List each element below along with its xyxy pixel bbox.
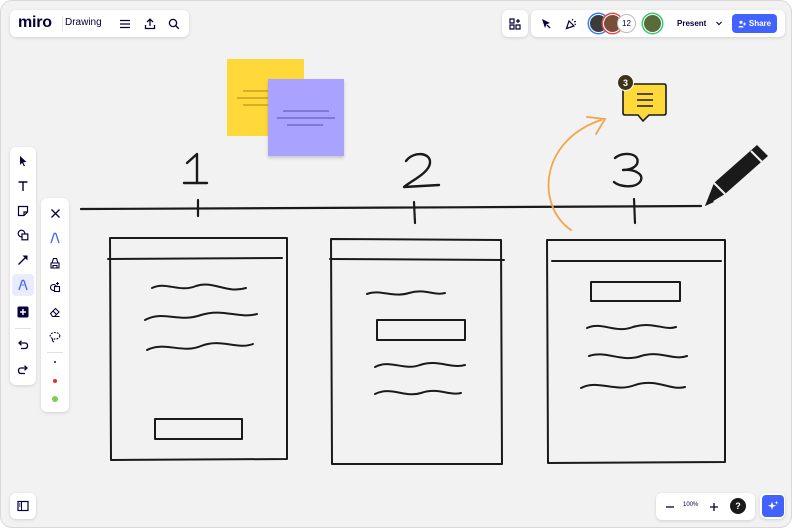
more-tools-button[interactable] <box>12 301 34 323</box>
close-icon <box>50 208 60 218</box>
highlighter-icon <box>50 257 60 269</box>
chevron-down-icon <box>716 21 722 26</box>
comment-count-badge: 3 <box>617 74 634 91</box>
connector-arrow-icon <box>18 255 28 265</box>
select-icon <box>20 156 27 167</box>
collaboration-bar: 12 Present Share <box>531 10 785 37</box>
text-icon <box>18 181 28 191</box>
wireframe-card-2[interactable] <box>329 238 505 465</box>
minus-icon <box>666 506 674 508</box>
sticky-note-icon <box>17 205 29 217</box>
search-icon <box>168 18 180 30</box>
cursor-mode-button[interactable] <box>535 13 557 35</box>
shapes-tool[interactable] <box>12 224 34 246</box>
sticky-note-purple[interactable] <box>268 79 344 156</box>
pen-cursor-icon <box>705 145 768 206</box>
question-mark-icon: ? <box>735 501 741 511</box>
smart-drawing-icon <box>49 282 61 293</box>
pen-option[interactable] <box>44 227 66 249</box>
add-user-icon <box>738 20 746 27</box>
zoom-level[interactable]: 100% <box>683 502 698 508</box>
apps-panel <box>502 10 528 37</box>
zoom-in-button[interactable] <box>703 496 725 518</box>
smart-drawing-option[interactable] <box>44 276 66 298</box>
collaborator-count[interactable]: 12 <box>617 14 636 33</box>
color-swatch-red[interactable] <box>53 379 57 383</box>
export-button[interactable] <box>139 13 161 35</box>
zoom-out-button[interactable] <box>659 496 681 518</box>
toolbar-divider <box>15 328 31 329</box>
miro-logo[interactable]: miro <box>18 14 52 32</box>
share-label: Share <box>748 19 772 28</box>
sparkle-icon <box>767 500 779 510</box>
color-swatch-green[interactable] <box>52 396 58 402</box>
current-user-avatar[interactable] <box>643 14 662 33</box>
handwritten-step-numbers[interactable] <box>182 152 643 189</box>
party-popper-icon <box>565 18 577 30</box>
pen-icon <box>18 279 28 291</box>
add-icon <box>17 306 29 318</box>
header-divider <box>62 16 63 31</box>
eraser-option[interactable] <box>44 301 66 323</box>
app-window: 3 miro Drawing 12 Present Share 100% ? <box>0 0 792 528</box>
redo-button[interactable] <box>12 359 34 381</box>
present-label: Present <box>677 19 707 28</box>
pen-panel-divider <box>47 352 63 353</box>
present-button[interactable]: Present <box>671 14 727 33</box>
search-button[interactable] <box>163 13 185 35</box>
wireframe-card-1[interactable] <box>107 237 288 461</box>
connection-line-tool[interactable] <box>12 249 34 271</box>
toggle-frames-button[interactable] <box>12 495 34 517</box>
sidebar-panel-icon <box>17 500 29 512</box>
lasso-option[interactable] <box>44 326 66 348</box>
cursor-icon <box>542 19 551 29</box>
plus-icon <box>710 503 718 511</box>
undo-button[interactable] <box>12 334 34 356</box>
help-button[interactable]: ? <box>730 498 746 514</box>
timeline-line[interactable] <box>79 197 703 225</box>
upload-icon <box>144 18 156 30</box>
sticky-note-tool[interactable] <box>12 200 34 222</box>
lasso-icon <box>49 331 61 343</box>
wireframe-card-3[interactable] <box>546 239 726 464</box>
eraser-icon <box>49 307 60 318</box>
ai-assistant-panel <box>760 493 785 519</box>
pen-options-panel <box>41 198 69 412</box>
text-tool[interactable] <box>12 175 34 197</box>
celebrate-button[interactable] <box>560 13 582 35</box>
board-header: miro Drawing <box>10 10 189 37</box>
shapes-plus-icon <box>509 18 521 30</box>
orange-arrow[interactable] <box>547 116 607 231</box>
close-pen-panel-button[interactable] <box>44 202 66 224</box>
select-tool[interactable] <box>12 150 34 172</box>
share-button[interactable]: Share <box>732 14 777 33</box>
creation-toolbar <box>10 147 36 385</box>
zoom-controls: 100% ? <box>656 493 755 520</box>
menu-icon <box>120 19 130 29</box>
ai-assistant-button[interactable] <box>762 495 784 517</box>
redo-icon <box>17 365 28 375</box>
highlighter-option[interactable] <box>44 252 66 274</box>
main-menu-button[interactable] <box>114 13 136 35</box>
pen-tool[interactable] <box>12 274 34 296</box>
undo-icon <box>18 340 29 350</box>
apps-button[interactable] <box>504 13 526 35</box>
frames-panel <box>10 493 36 519</box>
board-title[interactable]: Drawing <box>65 17 102 28</box>
board-canvas[interactable] <box>1 1 792 528</box>
shapes-icon <box>17 229 29 241</box>
color-swatch-black[interactable] <box>54 361 56 363</box>
pen-icon <box>50 232 60 244</box>
